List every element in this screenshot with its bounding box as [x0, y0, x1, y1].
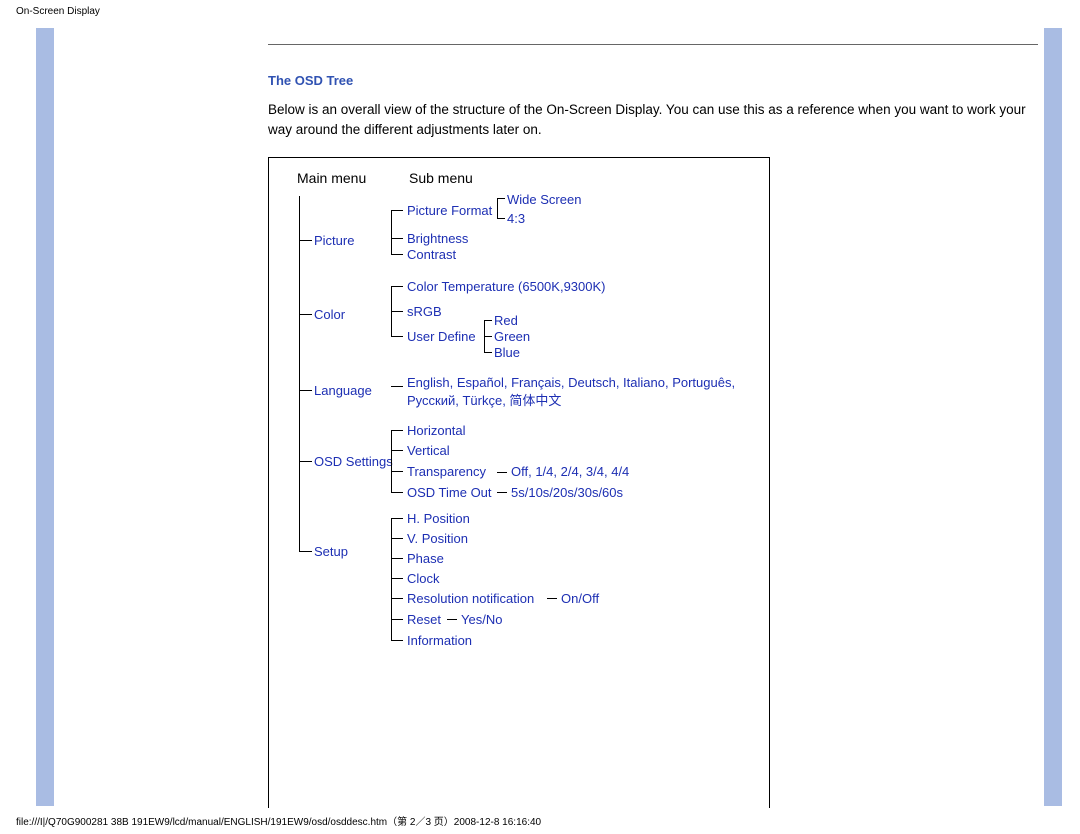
- menu-language: Language: [314, 383, 372, 398]
- menu-picture: Picture: [314, 233, 354, 248]
- section-title: The OSD Tree: [268, 73, 1038, 88]
- sub-resolution-notif: Resolution notification: [407, 591, 534, 606]
- sub-color-temp: Color Temperature (6500K,9300K): [407, 279, 606, 294]
- opt-4-3: 4:3: [507, 211, 525, 226]
- menu-osd-settings: OSD Settings: [314, 454, 393, 469]
- sub-languages: English, Español, Français, Deutsch, Ita…: [407, 374, 757, 409]
- opt-wide-screen: Wide Screen: [507, 192, 581, 207]
- divider: [268, 44, 1038, 45]
- opt-resolution-notif-values: On/Off: [561, 591, 599, 606]
- sub-contrast: Contrast: [407, 247, 456, 262]
- opt-transparency-values: Off, 1/4, 2/4, 3/4, 4/4: [511, 464, 629, 479]
- menu-setup: Setup: [314, 544, 348, 559]
- body-paragraph: Below is an overall view of the structur…: [268, 100, 1038, 139]
- sub-information: Information: [407, 633, 472, 648]
- decorative-bar-left: [36, 28, 54, 806]
- sub-transparency: Transparency: [407, 464, 486, 479]
- col-main-menu: Main menu: [297, 170, 366, 186]
- opt-reset-values: Yes/No: [461, 612, 502, 627]
- sub-reset: Reset: [407, 612, 441, 627]
- sub-v-position: V. Position: [407, 531, 468, 546]
- sub-srgb: sRGB: [407, 304, 442, 319]
- sub-user-define: User Define: [407, 329, 476, 344]
- sub-osd-timeout: OSD Time Out: [407, 485, 492, 500]
- sub-clock: Clock: [407, 571, 440, 586]
- opt-red: Red: [494, 313, 518, 328]
- page-header: On-Screen Display: [16, 6, 100, 17]
- opt-osd-timeout-values: 5s/10s/20s/30s/60s: [511, 485, 623, 500]
- sub-vertical: Vertical: [407, 443, 450, 458]
- sub-brightness: Brightness: [407, 231, 468, 246]
- content-area: The OSD Tree Below is an overall view of…: [268, 38, 1038, 808]
- decorative-bar-right: [1044, 28, 1062, 806]
- page-footer: file:///I|/Q70G900281 38B 191EW9/lcd/man…: [16, 813, 541, 828]
- opt-green: Green: [494, 329, 530, 344]
- col-sub-menu: Sub menu: [409, 170, 473, 186]
- sub-picture-format: Picture Format: [407, 203, 492, 218]
- sub-phase: Phase: [407, 551, 444, 566]
- opt-blue: Blue: [494, 345, 520, 360]
- menu-color: Color: [314, 307, 345, 322]
- sub-h-position: H. Position: [407, 511, 470, 526]
- osd-tree-diagram: Main menu Sub menu Picture Color Languag…: [268, 157, 770, 808]
- sub-horizontal: Horizontal: [407, 423, 466, 438]
